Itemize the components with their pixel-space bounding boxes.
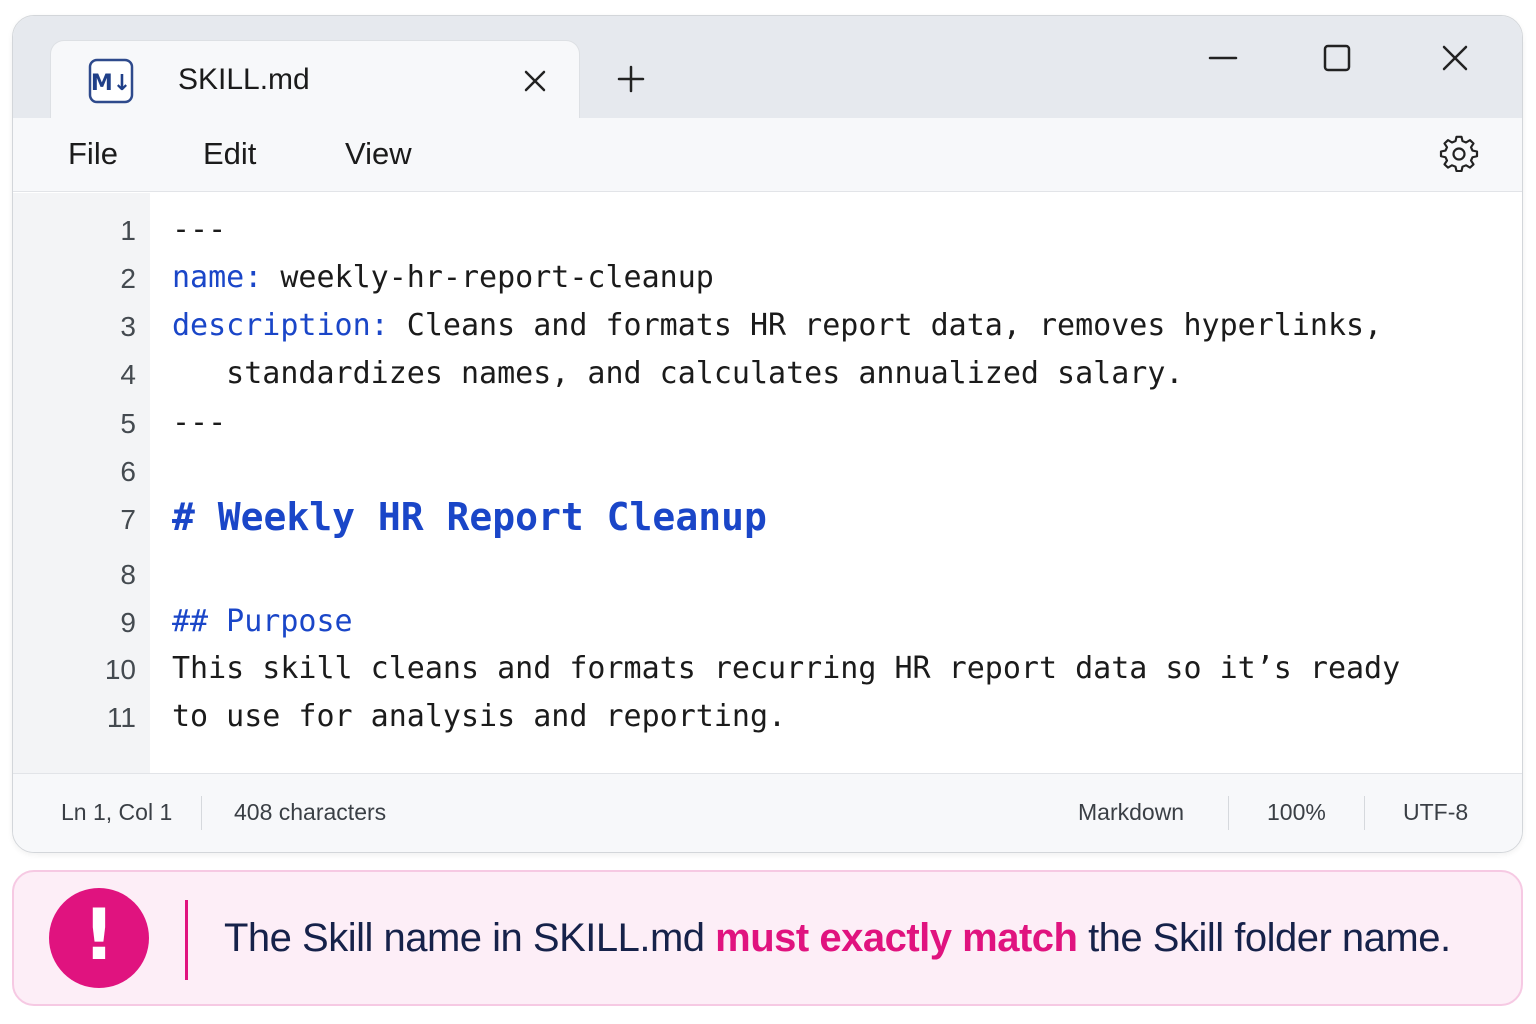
line-number: 8	[120, 559, 136, 590]
code-line-4: standardizes names, and calculates annua…	[172, 356, 1184, 391]
title-bar: M↓ SKILL.md	[13, 16, 1522, 120]
code-line-10: This skill cleans and formats recurring …	[172, 651, 1401, 686]
zoom-level[interactable]: 100%	[1267, 799, 1326, 826]
encoding[interactable]: UTF-8	[1403, 799, 1468, 826]
status-divider	[201, 796, 202, 830]
code-line-3: description: Cleans and formats HR repor…	[172, 308, 1382, 343]
tab-title: SKILL.md	[178, 63, 310, 96]
line-number: 11	[106, 702, 136, 733]
svg-text:M↓: M↓	[91, 71, 131, 96]
menu-edit[interactable]: Edit	[203, 136, 256, 172]
code-line-1: ---	[172, 212, 227, 247]
markdown-file-icon: M↓	[88, 58, 134, 104]
menu-file[interactable]: File	[68, 136, 118, 172]
menu-bar: File Edit View	[13, 118, 1522, 192]
callout-emphasis: must exactly match	[715, 916, 1078, 960]
exclamation-icon: !	[49, 888, 149, 988]
menu-view[interactable]: View	[345, 136, 412, 172]
line-number: 2	[120, 263, 136, 294]
callout-text-end: the Skill folder name.	[1077, 916, 1451, 960]
callout-text-start: The Skill name in SKILL.md	[224, 916, 716, 960]
status-divider	[1228, 796, 1229, 830]
editor-window: M↓ SKILL.md File Edit View 1 2 3 4 5 6 7…	[12, 15, 1523, 853]
yaml-key: description:	[172, 308, 389, 343]
line-number: 3	[120, 311, 136, 342]
heading-2: ## Purpose	[172, 604, 353, 639]
character-count: 408 characters	[234, 799, 387, 825]
yaml-key: name:	[172, 260, 263, 295]
status-bar: Ln 1, Col 1 408 characters Markdown 100%…	[13, 773, 1522, 852]
code-line-2: name: weekly-hr-report-cleanup	[172, 260, 714, 295]
line-number: 7	[120, 504, 136, 535]
close-window-icon[interactable]	[1438, 41, 1472, 75]
tab-skill-md[interactable]: M↓ SKILL.md	[50, 40, 580, 120]
line-number: 5	[120, 408, 136, 439]
new-tab-icon[interactable]	[616, 64, 646, 94]
line-number-gutter: 1 2 3 4 5 6 7 8 9 10 11	[13, 193, 150, 773]
close-tab-icon[interactable]	[521, 67, 549, 95]
cursor-position[interactable]: Ln 1, Col 1	[61, 799, 172, 826]
language-mode[interactable]: Markdown	[1078, 799, 1184, 826]
editor-area[interactable]: 1 2 3 4 5 6 7 8 9 10 11 --- name: weekly…	[13, 193, 1522, 773]
callout-text: The Skill name in SKILL.md must exactly …	[224, 916, 1451, 961]
line-number: 10	[104, 654, 136, 685]
line-number: 1	[120, 215, 136, 246]
code-line-5: ---	[172, 405, 227, 440]
maximize-icon[interactable]	[1320, 41, 1354, 75]
gear-icon[interactable]	[1439, 135, 1479, 175]
line-number: 4	[120, 359, 136, 390]
heading-1: # Weekly HR Report Cleanup	[172, 495, 767, 539]
warning-callout: ! The Skill name in SKILL.md must exactl…	[12, 870, 1523, 1006]
callout-divider	[185, 900, 188, 980]
yaml-value: weekly-hr-report-cleanup	[262, 260, 714, 295]
yaml-value: Cleans and formats HR report data, remov…	[388, 308, 1383, 343]
minimize-icon[interactable]	[1206, 41, 1240, 75]
line-number: 6	[120, 456, 136, 487]
code-line-11: to use for analysis and reporting.	[172, 699, 787, 734]
status-divider	[1364, 796, 1365, 830]
line-number: 9	[120, 607, 136, 638]
